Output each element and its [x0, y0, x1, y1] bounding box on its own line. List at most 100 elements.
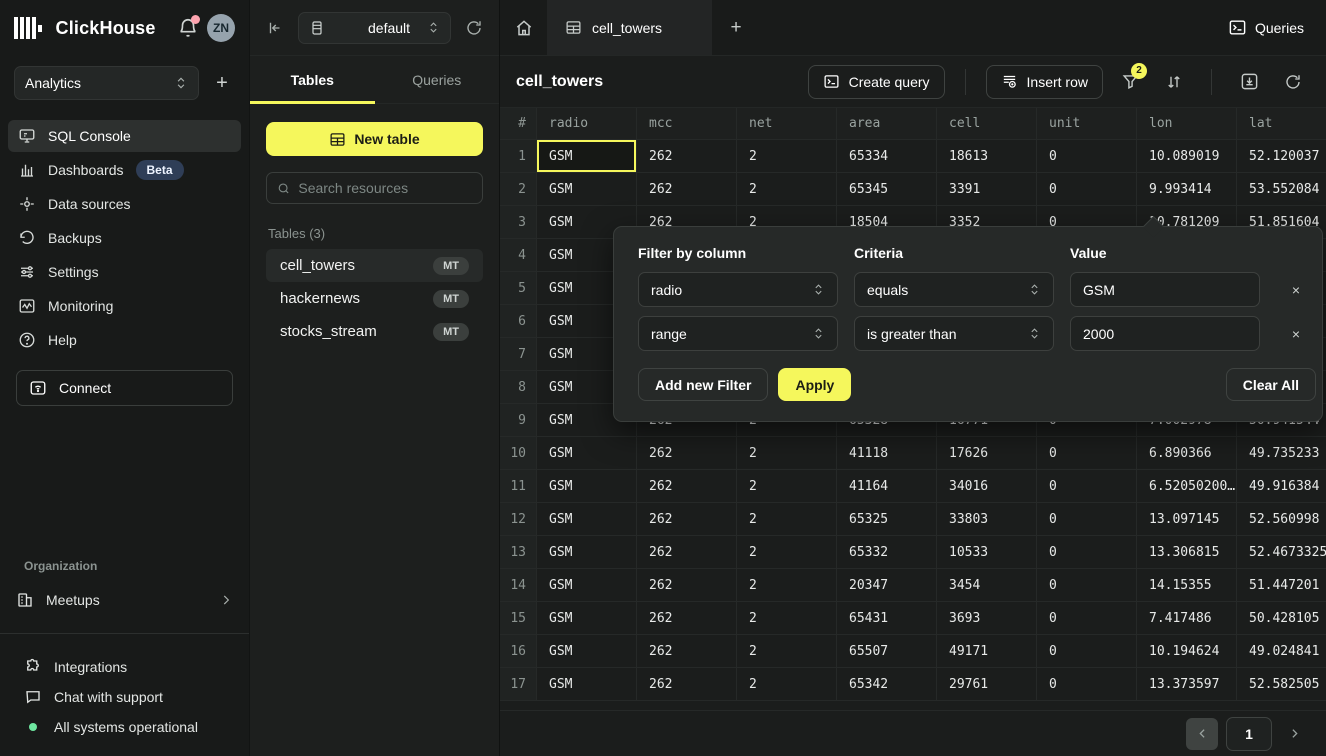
- table-cell[interactable]: 51.447201: [1237, 569, 1326, 602]
- table-cell[interactable]: 0: [1037, 470, 1137, 503]
- table-cell[interactable]: 52.582505: [1237, 668, 1326, 701]
- table-cell[interactable]: GSM: [537, 470, 637, 503]
- table-cell[interactable]: GSM: [537, 437, 637, 470]
- table-cell[interactable]: GSM: [537, 140, 637, 173]
- previous-page-button[interactable]: [1186, 718, 1218, 750]
- next-page-button[interactable]: [1280, 718, 1308, 750]
- table-cell[interactable]: 65325: [837, 503, 937, 536]
- table-cell[interactable]: 65342: [837, 668, 937, 701]
- table-cell[interactable]: 10533: [937, 536, 1037, 569]
- table-cell[interactable]: 2: [737, 173, 837, 206]
- table-cell[interactable]: 10.194624: [1137, 635, 1237, 668]
- create-query-button[interactable]: Create query: [808, 65, 945, 99]
- table-cell[interactable]: 53.552084: [1237, 173, 1326, 206]
- tab-tables[interactable]: Tables: [250, 56, 375, 103]
- queries-link[interactable]: Queries: [1206, 0, 1326, 55]
- new-table-button[interactable]: New table: [266, 122, 483, 156]
- remove-filter-2-button[interactable]: ×: [1276, 326, 1316, 342]
- table-cell[interactable]: 49.024841: [1237, 635, 1326, 668]
- table-cell[interactable]: 0: [1037, 140, 1137, 173]
- sidebar-item-help[interactable]: Help: [8, 324, 241, 356]
- tab-queries[interactable]: Queries: [375, 56, 500, 103]
- new-tab-button[interactable]: +: [712, 0, 760, 55]
- table-cell[interactable]: 6.52050200…: [1137, 470, 1237, 503]
- table-cell[interactable]: 49.916384: [1237, 470, 1326, 503]
- table-cell[interactable]: 3693: [937, 602, 1037, 635]
- table-cell[interactable]: 2: [737, 470, 837, 503]
- notifications-bell-icon[interactable]: [177, 17, 199, 39]
- table-cell[interactable]: 0: [1037, 569, 1137, 602]
- table-cell[interactable]: 34016: [937, 470, 1037, 503]
- current-page[interactable]: 1: [1226, 717, 1272, 751]
- table-cell[interactable]: 52.560998: [1237, 503, 1326, 536]
- table-cell[interactable]: 262: [637, 173, 737, 206]
- sidebar-item-integrations[interactable]: Integrations: [0, 652, 249, 682]
- filter-column-select-2[interactable]: range: [638, 316, 838, 351]
- table-cell[interactable]: 52.46733255: [1237, 536, 1326, 569]
- table-cell[interactable]: 0: [1037, 536, 1137, 569]
- table-cell[interactable]: 41118: [837, 437, 937, 470]
- connect-button[interactable]: Connect: [16, 370, 233, 406]
- table-cell[interactable]: 262: [637, 503, 737, 536]
- avatar[interactable]: ZN: [207, 14, 235, 42]
- open-tab-cell-towers[interactable]: cell_towers: [547, 0, 712, 55]
- database-select[interactable]: default: [298, 12, 451, 44]
- table-cell[interactable]: 2: [737, 140, 837, 173]
- table-cell[interactable]: 2: [737, 635, 837, 668]
- table-cell[interactable]: 17626: [937, 437, 1037, 470]
- table-cell[interactable]: 29761: [937, 668, 1037, 701]
- sidebar-item-settings[interactable]: Settings: [8, 256, 241, 288]
- table-cell[interactable]: GSM: [537, 503, 637, 536]
- system-status[interactable]: All systems operational: [0, 712, 249, 742]
- table-cell[interactable]: 2: [737, 503, 837, 536]
- table-cell[interactable]: 10.089019: [1137, 140, 1237, 173]
- table-cell[interactable]: 262: [637, 470, 737, 503]
- filter-value-input-2[interactable]: [1083, 326, 1247, 342]
- table-cell[interactable]: 0: [1037, 503, 1137, 536]
- table-cell[interactable]: 9.993414: [1137, 173, 1237, 206]
- table-cell[interactable]: 262: [637, 635, 737, 668]
- table-cell[interactable]: 13.306815: [1137, 536, 1237, 569]
- table-cell[interactable]: 0: [1037, 635, 1137, 668]
- refresh-data-button[interactable]: [1276, 65, 1310, 99]
- table-cell[interactable]: 2: [737, 569, 837, 602]
- table-cell[interactable]: 3391: [937, 173, 1037, 206]
- insert-row-button[interactable]: Insert row: [986, 65, 1103, 99]
- sort-button[interactable]: [1157, 65, 1191, 99]
- refresh-tables-icon[interactable]: [463, 17, 485, 39]
- search-resources[interactable]: [266, 172, 483, 204]
- filter-button[interactable]: 2: [1113, 65, 1147, 99]
- table-cell[interactable]: 0: [1037, 437, 1137, 470]
- table-cell[interactable]: 262: [637, 437, 737, 470]
- table-cell[interactable]: 2: [737, 437, 837, 470]
- table-cell[interactable]: 2: [737, 536, 837, 569]
- table-cell[interactable]: GSM: [537, 668, 637, 701]
- apply-filter-button[interactable]: Apply: [778, 368, 851, 401]
- sidebar-item-dashboards[interactable]: Dashboards Beta: [8, 154, 241, 186]
- sidebar-item-sql-console[interactable]: SQL Console: [8, 120, 241, 152]
- table-cell[interactable]: 65332: [837, 536, 937, 569]
- table-cell[interactable]: 2: [737, 668, 837, 701]
- table-cell[interactable]: 262: [637, 140, 737, 173]
- sidebar-item-monitoring[interactable]: Monitoring: [8, 290, 241, 322]
- table-cell[interactable]: 2: [737, 602, 837, 635]
- table-cell[interactable]: 3454: [937, 569, 1037, 602]
- table-cell[interactable]: 13.097145: [1137, 503, 1237, 536]
- table-cell[interactable]: GSM: [537, 602, 637, 635]
- table-cell[interactable]: GSM: [537, 569, 637, 602]
- table-cell[interactable]: GSM: [537, 173, 637, 206]
- table-cell[interactable]: 33803: [937, 503, 1037, 536]
- table-cell[interactable]: 20347: [837, 569, 937, 602]
- table-cell[interactable]: 52.120037: [1237, 140, 1326, 173]
- table-cell[interactable]: 262: [637, 536, 737, 569]
- table-cell[interactable]: 41164: [837, 470, 937, 503]
- table-cell[interactable]: 262: [637, 668, 737, 701]
- download-button[interactable]: [1232, 65, 1266, 99]
- table-list-item-hackernews[interactable]: hackernews MT: [266, 282, 483, 315]
- table-cell[interactable]: GSM: [537, 635, 637, 668]
- table-cell[interactable]: 18613: [937, 140, 1037, 173]
- table-cell[interactable]: 6.890366: [1137, 437, 1237, 470]
- filter-value-input-1[interactable]: [1083, 282, 1247, 298]
- sidebar-item-data-sources[interactable]: Data sources: [8, 188, 241, 220]
- table-cell[interactable]: 13.373597: [1137, 668, 1237, 701]
